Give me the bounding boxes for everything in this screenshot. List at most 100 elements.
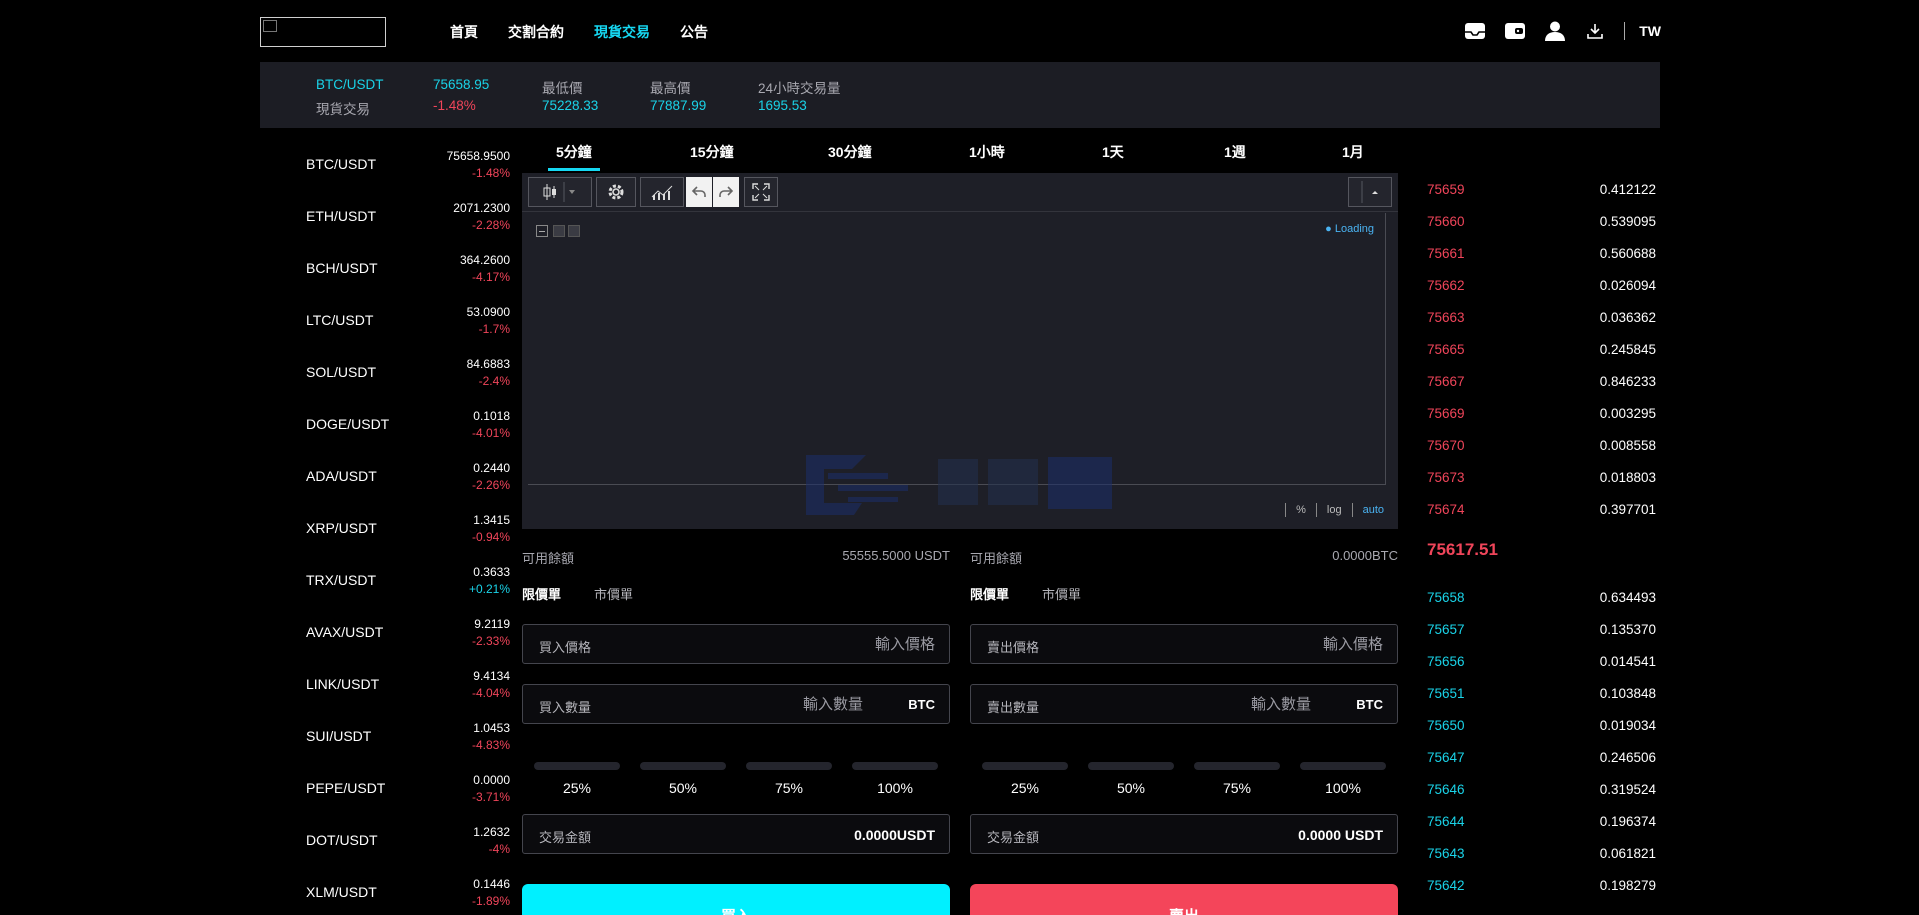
chart-scale-controls: % log auto <box>1275 503 1384 517</box>
bid-row[interactable]: 75658 0.634493 <box>1427 590 1660 610</box>
market-row[interactable]: SUI/USDT 1.0453 -4.83% <box>260 710 510 762</box>
market-row[interactable]: XLM/USDT 0.1446 -1.89% <box>260 866 510 915</box>
scale-auto-button[interactable]: auto <box>1363 504 1384 516</box>
market-row[interactable]: LTC/USDT 53.0900 -1.7% <box>260 294 510 346</box>
scale-log-button[interactable]: log <box>1327 504 1342 516</box>
ask-row[interactable]: 75667 0.846233 <box>1427 374 1660 394</box>
redo-icon[interactable] <box>713 177 739 207</box>
bid-row[interactable]: 75656 0.014541 <box>1427 654 1660 674</box>
sell-price-label: 賣出價格 <box>987 640 1040 655</box>
bid-row[interactable]: 75646 0.319524 <box>1427 782 1660 802</box>
timeframe-tab[interactable]: 5分鐘 <box>548 142 600 171</box>
bid-qty: 0.014541 <box>1599 654 1656 669</box>
sell-percent-50[interactable]: 50% <box>1088 762 1174 802</box>
fullscreen-icon[interactable] <box>744 177 778 207</box>
market-row[interactable]: DOT/USDT 1.2632 -4% <box>260 814 510 866</box>
timeframe-tab[interactable]: 1週 <box>1224 142 1246 162</box>
sell-price-input[interactable] <box>1183 633 1383 655</box>
nav-link-spot[interactable]: 現貨交易 <box>594 22 650 42</box>
sell-percent-25[interactable]: 25% <box>982 762 1068 802</box>
market-row[interactable]: SOL/USDT 84.6883 -2.4% <box>260 346 510 398</box>
buy-amount-field[interactable]: 交易金額 0.0000USDT <box>522 814 950 854</box>
wallet-icon[interactable] <box>1502 18 1528 44</box>
market-row[interactable]: ETH/USDT 2071.2300 -2.28% <box>260 190 510 242</box>
buy-limit-order-tab[interactable]: 限價單 <box>522 584 561 603</box>
buy-qty-input[interactable] <box>703 693 863 715</box>
bid-row[interactable]: 75651 0.103848 <box>1427 686 1660 706</box>
bid-row[interactable]: 75657 0.135370 <box>1427 622 1660 642</box>
sell-amount-field[interactable]: 交易金額 0.0000 USDT <box>970 814 1398 854</box>
buy-qty-field[interactable]: 買入數量 BTC <box>522 684 950 724</box>
candlestick-icon[interactable] <box>528 177 592 207</box>
ticker-pair[interactable]: BTC/USDT <box>316 77 384 92</box>
chart-plot-area[interactable] <box>528 213 1386 515</box>
sell-percent-75[interactable]: 75% <box>1194 762 1280 802</box>
sell-qty-field[interactable]: 賣出數量 BTC <box>970 684 1398 724</box>
market-row[interactable]: DOGE/USDT 0.1018 -4.01% <box>260 398 510 450</box>
sell-price-field[interactable]: 賣出價格 <box>970 624 1398 664</box>
ask-row[interactable]: 75659 0.412122 <box>1427 182 1660 202</box>
nav-link-announcements[interactable]: 公告 <box>680 22 708 42</box>
buy-market-order-tab[interactable]: 市價單 <box>594 584 633 603</box>
settings-icon[interactable] <box>596 177 636 207</box>
nav-link-futures[interactable]: 交割合約 <box>508 22 564 42</box>
site-logo[interactable] <box>260 17 386 47</box>
undo-icon[interactable] <box>686 177 712 207</box>
ask-row[interactable]: 75674 0.397701 <box>1427 502 1660 522</box>
sell-limit-order-tab[interactable]: 限價單 <box>970 584 1009 603</box>
buy-percent-75[interactable]: 75% <box>746 762 832 802</box>
buy-percent-50[interactable]: 50% <box>640 762 726 802</box>
market-row[interactable]: BCH/USDT 364.2600 -4.17% <box>260 242 510 294</box>
collapse-icon[interactable] <box>536 225 548 237</box>
bid-price: 75657 <box>1427 622 1465 637</box>
bid-row[interactable]: 75650 0.019034 <box>1427 718 1660 738</box>
ask-row[interactable]: 75661 0.560688 <box>1427 246 1660 266</box>
ask-row[interactable]: 75670 0.008558 <box>1427 438 1660 458</box>
sell-button[interactable]: 賣出 <box>970 884 1398 915</box>
market-row[interactable]: XRP/USDT 1.3415 -0.94% <box>260 502 510 554</box>
buy-button[interactable]: 買入 <box>522 884 950 915</box>
market-row[interactable]: BTC/USDT 75658.9500 -1.48% <box>260 138 510 190</box>
market-row[interactable]: ADA/USDT 0.2440 -2.26% <box>260 450 510 502</box>
buy-price-field[interactable]: 買入價格 <box>522 624 950 664</box>
download-icon[interactable] <box>1582 18 1608 44</box>
buy-price-input[interactable] <box>735 633 935 655</box>
bid-row[interactable]: 75642 0.198279 <box>1427 878 1660 898</box>
timeframe-tab[interactable]: 1月 <box>1342 142 1364 162</box>
ask-row[interactable]: 75673 0.018803 <box>1427 470 1660 490</box>
indicators-icon[interactable] <box>640 177 684 207</box>
market-row[interactable]: TRX/USDT 0.3633 +0.21% <box>260 554 510 606</box>
ask-row[interactable]: 75660 0.539095 <box>1427 214 1660 234</box>
settings-small-icon[interactable] <box>553 225 565 237</box>
close-small-icon[interactable] <box>568 225 580 237</box>
sell-qty-input[interactable] <box>1151 693 1311 715</box>
ask-row[interactable]: 75665 0.245845 <box>1427 342 1660 362</box>
bid-row[interactable]: 75647 0.246506 <box>1427 750 1660 770</box>
ask-row[interactable]: 75663 0.036362 <box>1427 310 1660 330</box>
market-row[interactable]: LINK/USDT 9.4134 -4.04% <box>260 658 510 710</box>
timeframe-tab[interactable]: 30分鐘 <box>828 142 872 162</box>
language-switch[interactable]: TW <box>1639 23 1661 39</box>
percent-track <box>1194 762 1280 770</box>
price-chart[interactable]: ● Loading % log auto <box>522 173 1398 529</box>
sell-percent-100[interactable]: 100% <box>1300 762 1386 802</box>
market-row[interactable]: AVAX/USDT 9.2119 -2.33% <box>260 606 510 658</box>
ask-row[interactable]: 75662 0.026094 <box>1427 278 1660 298</box>
bid-row[interactable]: 75644 0.196374 <box>1427 814 1660 834</box>
bid-qty: 0.198279 <box>1599 878 1656 893</box>
buy-percent-25[interactable]: 25% <box>534 762 620 802</box>
bid-price: 75647 <box>1427 750 1465 765</box>
scale-percent-button[interactable]: % <box>1296 504 1306 516</box>
nav-link-home[interactable]: 首頁 <box>450 22 478 42</box>
market-row[interactable]: PEPE/USDT 0.0000 -3.71% <box>260 762 510 814</box>
buy-percent-100[interactable]: 100% <box>852 762 938 802</box>
timeframe-tab[interactable]: 15分鐘 <box>690 142 734 162</box>
inbox-icon[interactable] <box>1462 18 1488 44</box>
ask-row[interactable]: 75669 0.003295 <box>1427 406 1660 426</box>
timeframe-tab[interactable]: 1小時 <box>969 142 1005 162</box>
bid-row[interactable]: 75643 0.061821 <box>1427 846 1660 866</box>
sell-market-order-tab[interactable]: 市價單 <box>1042 584 1081 603</box>
timeframe-tab[interactable]: 1天 <box>1102 142 1124 162</box>
user-icon[interactable] <box>1542 18 1568 44</box>
compare-icon[interactable] <box>1348 177 1392 207</box>
